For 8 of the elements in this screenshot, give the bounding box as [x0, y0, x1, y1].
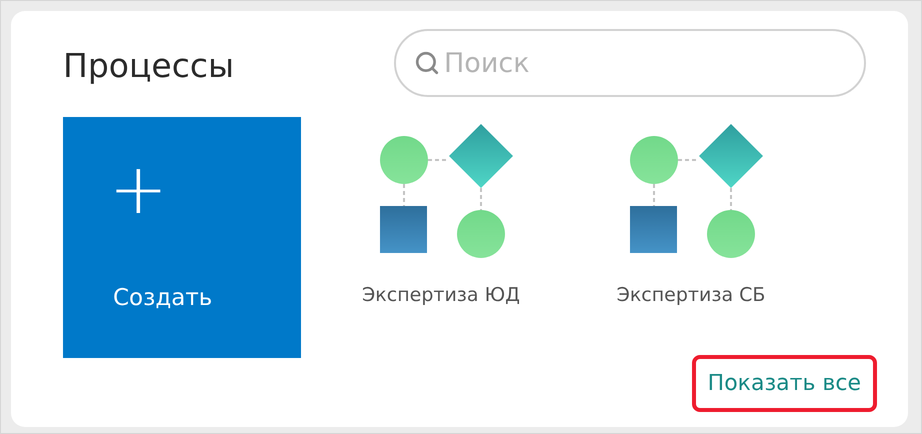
section-title: Процессы — [63, 44, 236, 82]
process-label[interactable]: Экспертиза ЮД — [362, 281, 520, 310]
show-all-link[interactable]: Показать все — [692, 355, 877, 412]
search-icon — [414, 50, 440, 76]
create-button[interactable]: + Создать — [63, 117, 301, 358]
plus-icon: + — [109, 159, 168, 219]
search-field[interactable]: Поиск — [394, 29, 866, 97]
process-label[interactable]: Экспертиза СБ — [616, 281, 766, 310]
